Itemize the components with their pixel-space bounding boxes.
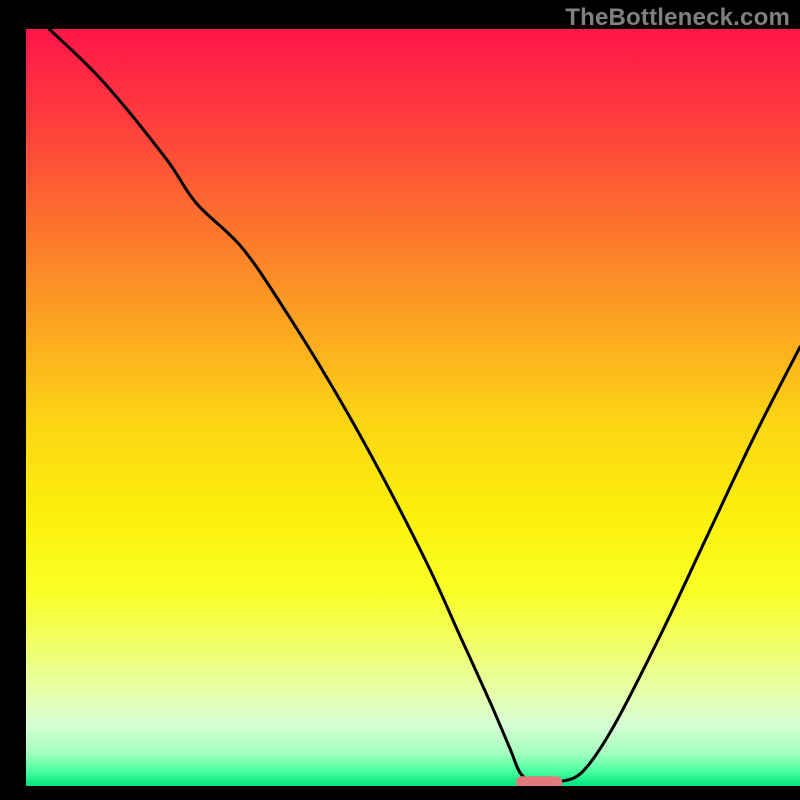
- optimal-marker: [516, 776, 562, 786]
- watermark-text: TheBottleneck.com: [565, 4, 790, 32]
- chart-frame: TheBottleneck.com: [26, 0, 800, 786]
- bottleneck-chart: [26, 0, 800, 786]
- gradient-background: [26, 29, 800, 786]
